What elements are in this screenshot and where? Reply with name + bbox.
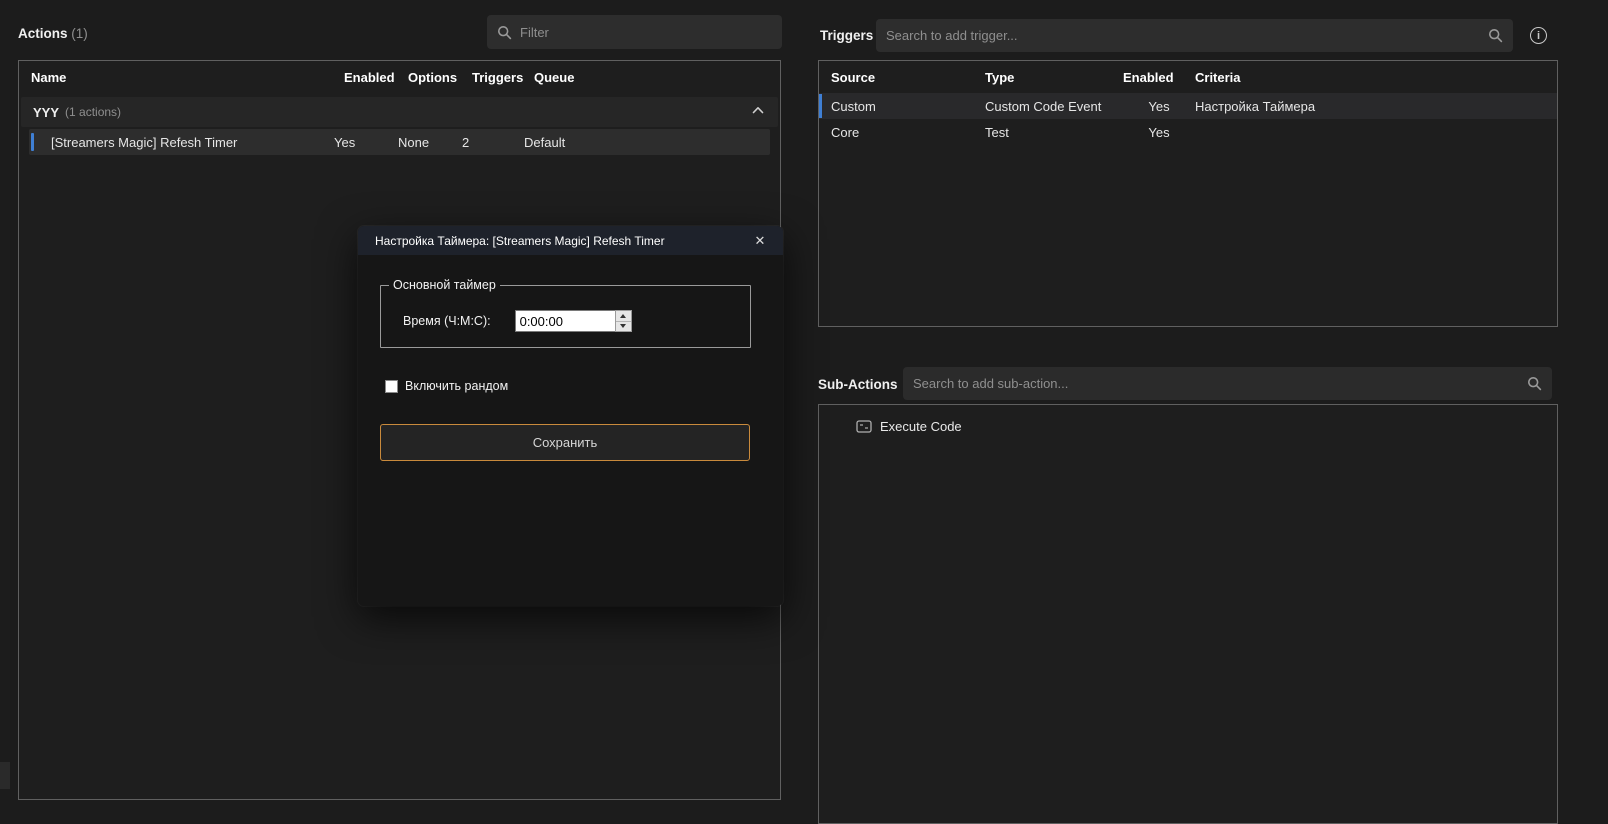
group-name: YYY — [33, 105, 59, 120]
dialog-titlebar[interactable]: Настройка Таймера: [Streamers Magic] Ref… — [358, 226, 783, 255]
col-header-criteria: Criteria — [1195, 70, 1557, 85]
col-header-source: Source — [831, 70, 985, 85]
col-header-enabled: Enabled — [1123, 70, 1195, 85]
time-input[interactable] — [515, 310, 615, 332]
triggers-title-text: Triggers — [820, 28, 873, 43]
random-checkbox-row[interactable]: Включить рандом — [385, 379, 508, 393]
actions-title-text: Actions — [18, 26, 68, 41]
actions-panel-title: Actions (1) — [18, 26, 88, 41]
group-count: (1 actions) — [65, 105, 121, 119]
col-header-enabled: Enabled — [344, 70, 408, 85]
triggers-panel-title: Triggers — [820, 28, 873, 43]
trigger-enabled: Yes — [1123, 125, 1195, 140]
col-header-options: Options — [408, 70, 472, 85]
actions-group-row[interactable]: YYY (1 actions) — [21, 97, 778, 127]
execute-code-icon — [856, 420, 872, 433]
actions-table-header: Name Enabled Options Triggers Queue — [19, 61, 780, 93]
triangle-down-icon — [620, 324, 626, 328]
close-icon[interactable]: ✕ — [749, 231, 771, 251]
col-header-name: Name — [31, 70, 344, 85]
trigger-type: Test — [985, 125, 1123, 140]
subactions-search-box[interactable] — [903, 367, 1552, 400]
random-checkbox[interactable] — [385, 380, 398, 393]
action-row[interactable]: [Streamers Magic] Refesh Timer Yes None … — [29, 129, 770, 155]
triggers-search-box[interactable] — [876, 19, 1513, 52]
trigger-enabled: Yes — [1123, 99, 1195, 114]
time-spinner — [615, 310, 632, 332]
subactions-panel: Execute Code — [818, 404, 1558, 824]
trigger-row[interactable]: Core Test Yes — [819, 119, 1557, 145]
search-icon — [497, 25, 512, 40]
action-triggers-count: 2 — [462, 135, 524, 150]
col-header-queue: Queue — [534, 70, 780, 85]
time-field-label: Время (Ч:М:С): — [403, 314, 491, 328]
groupbox-label: Основной таймер — [389, 278, 500, 292]
trigger-source: Core — [831, 125, 985, 140]
triggers-table: Source Type Enabled Criteria Custom Cust… — [818, 60, 1558, 327]
triggers-table-header: Source Type Enabled Criteria — [819, 61, 1557, 93]
col-header-triggers: Triggers — [472, 70, 534, 85]
col-header-type: Type — [985, 70, 1123, 85]
random-checkbox-label: Включить рандом — [405, 379, 508, 393]
triggers-search-input[interactable] — [886, 28, 1480, 43]
spinner-down-button[interactable] — [616, 321, 631, 332]
dialog-title: Настройка Таймера: [Streamers Magic] Ref… — [375, 234, 749, 248]
save-button-label: Сохранить — [533, 435, 598, 450]
actions-filter-box[interactable] — [487, 15, 782, 49]
main-timer-groupbox: Основной таймер Время (Ч:М:С): — [380, 278, 751, 348]
subactions-title-text: Sub-Actions — [818, 377, 898, 392]
window-corner-fragment — [0, 762, 10, 789]
save-button[interactable]: Сохранить — [380, 424, 750, 461]
chevron-up-icon[interactable] — [752, 106, 764, 114]
search-icon — [1527, 376, 1542, 391]
spinner-up-button[interactable] — [616, 311, 631, 321]
action-queue: Default — [524, 135, 770, 150]
trigger-criteria: Настройка Таймера — [1195, 99, 1557, 114]
trigger-type: Custom Code Event — [985, 99, 1123, 114]
subactions-search-input[interactable] — [913, 376, 1519, 391]
action-options: None — [398, 135, 462, 150]
subaction-row[interactable]: Execute Code — [819, 413, 1557, 440]
trigger-source: Custom — [831, 99, 985, 114]
selection-accent-bar — [31, 133, 34, 151]
action-name: [Streamers Magic] Refesh Timer — [41, 135, 334, 150]
info-icon[interactable]: i — [1530, 27, 1547, 44]
timer-settings-dialog: Настройка Таймера: [Streamers Magic] Ref… — [358, 226, 783, 606]
actions-filter-input[interactable] — [520, 25, 772, 40]
subactions-panel-title: Sub-Actions — [818, 377, 898, 392]
trigger-row[interactable]: Custom Custom Code Event Yes Настройка Т… — [819, 93, 1557, 119]
search-icon — [1488, 28, 1503, 43]
subaction-label: Execute Code — [880, 419, 962, 434]
actions-count: (1) — [71, 26, 88, 41]
action-enabled: Yes — [334, 135, 398, 150]
triangle-up-icon — [620, 314, 626, 318]
selection-accent-bar — [819, 94, 822, 118]
